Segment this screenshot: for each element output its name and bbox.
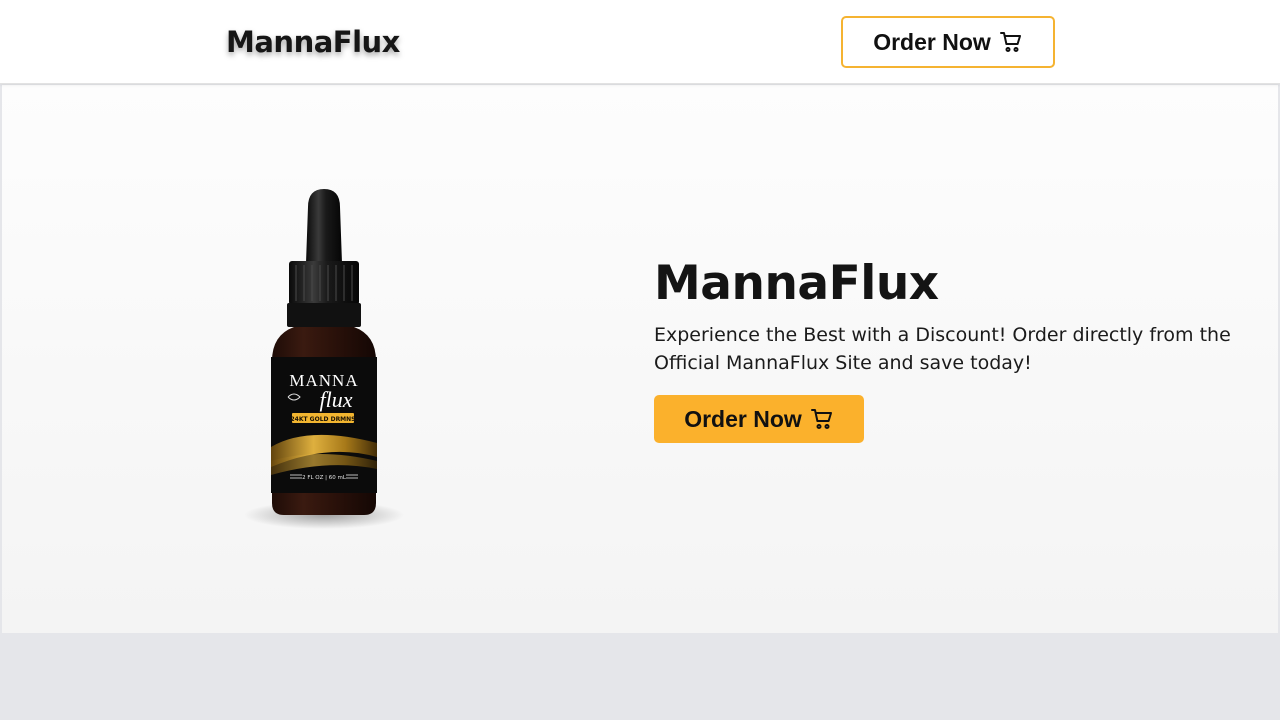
hero-title: MannaFlux xyxy=(654,256,939,311)
hero-section: MANNA flux 24KT GOLD DRMNS 2 FL OZ | 60 … xyxy=(2,85,1278,633)
footer-band xyxy=(0,634,1280,720)
cart-icon xyxy=(999,30,1023,54)
label-volume: 2 FL OZ | 60 mL xyxy=(302,475,347,481)
cart-icon xyxy=(810,407,834,431)
label-badge: 24KT GOLD DRMNS xyxy=(290,416,355,423)
brand-logo[interactable]: MannaFlux xyxy=(226,24,400,60)
label-brand-line2: flux xyxy=(320,387,353,412)
product-bottle-image: MANNA flux 24KT GOLD DRMNS 2 FL OZ | 60 … xyxy=(238,185,408,530)
site-header: MannaFlux Order Now xyxy=(0,0,1280,84)
hero-description: Experience the Best with a Discount! Ord… xyxy=(654,324,1231,374)
hero-order-now-button[interactable]: Order Now xyxy=(654,395,864,443)
header-order-now-label: Order Now xyxy=(873,28,991,55)
header-order-now-button[interactable]: Order Now xyxy=(841,16,1055,68)
hero-order-now-label: Order Now xyxy=(684,405,802,432)
